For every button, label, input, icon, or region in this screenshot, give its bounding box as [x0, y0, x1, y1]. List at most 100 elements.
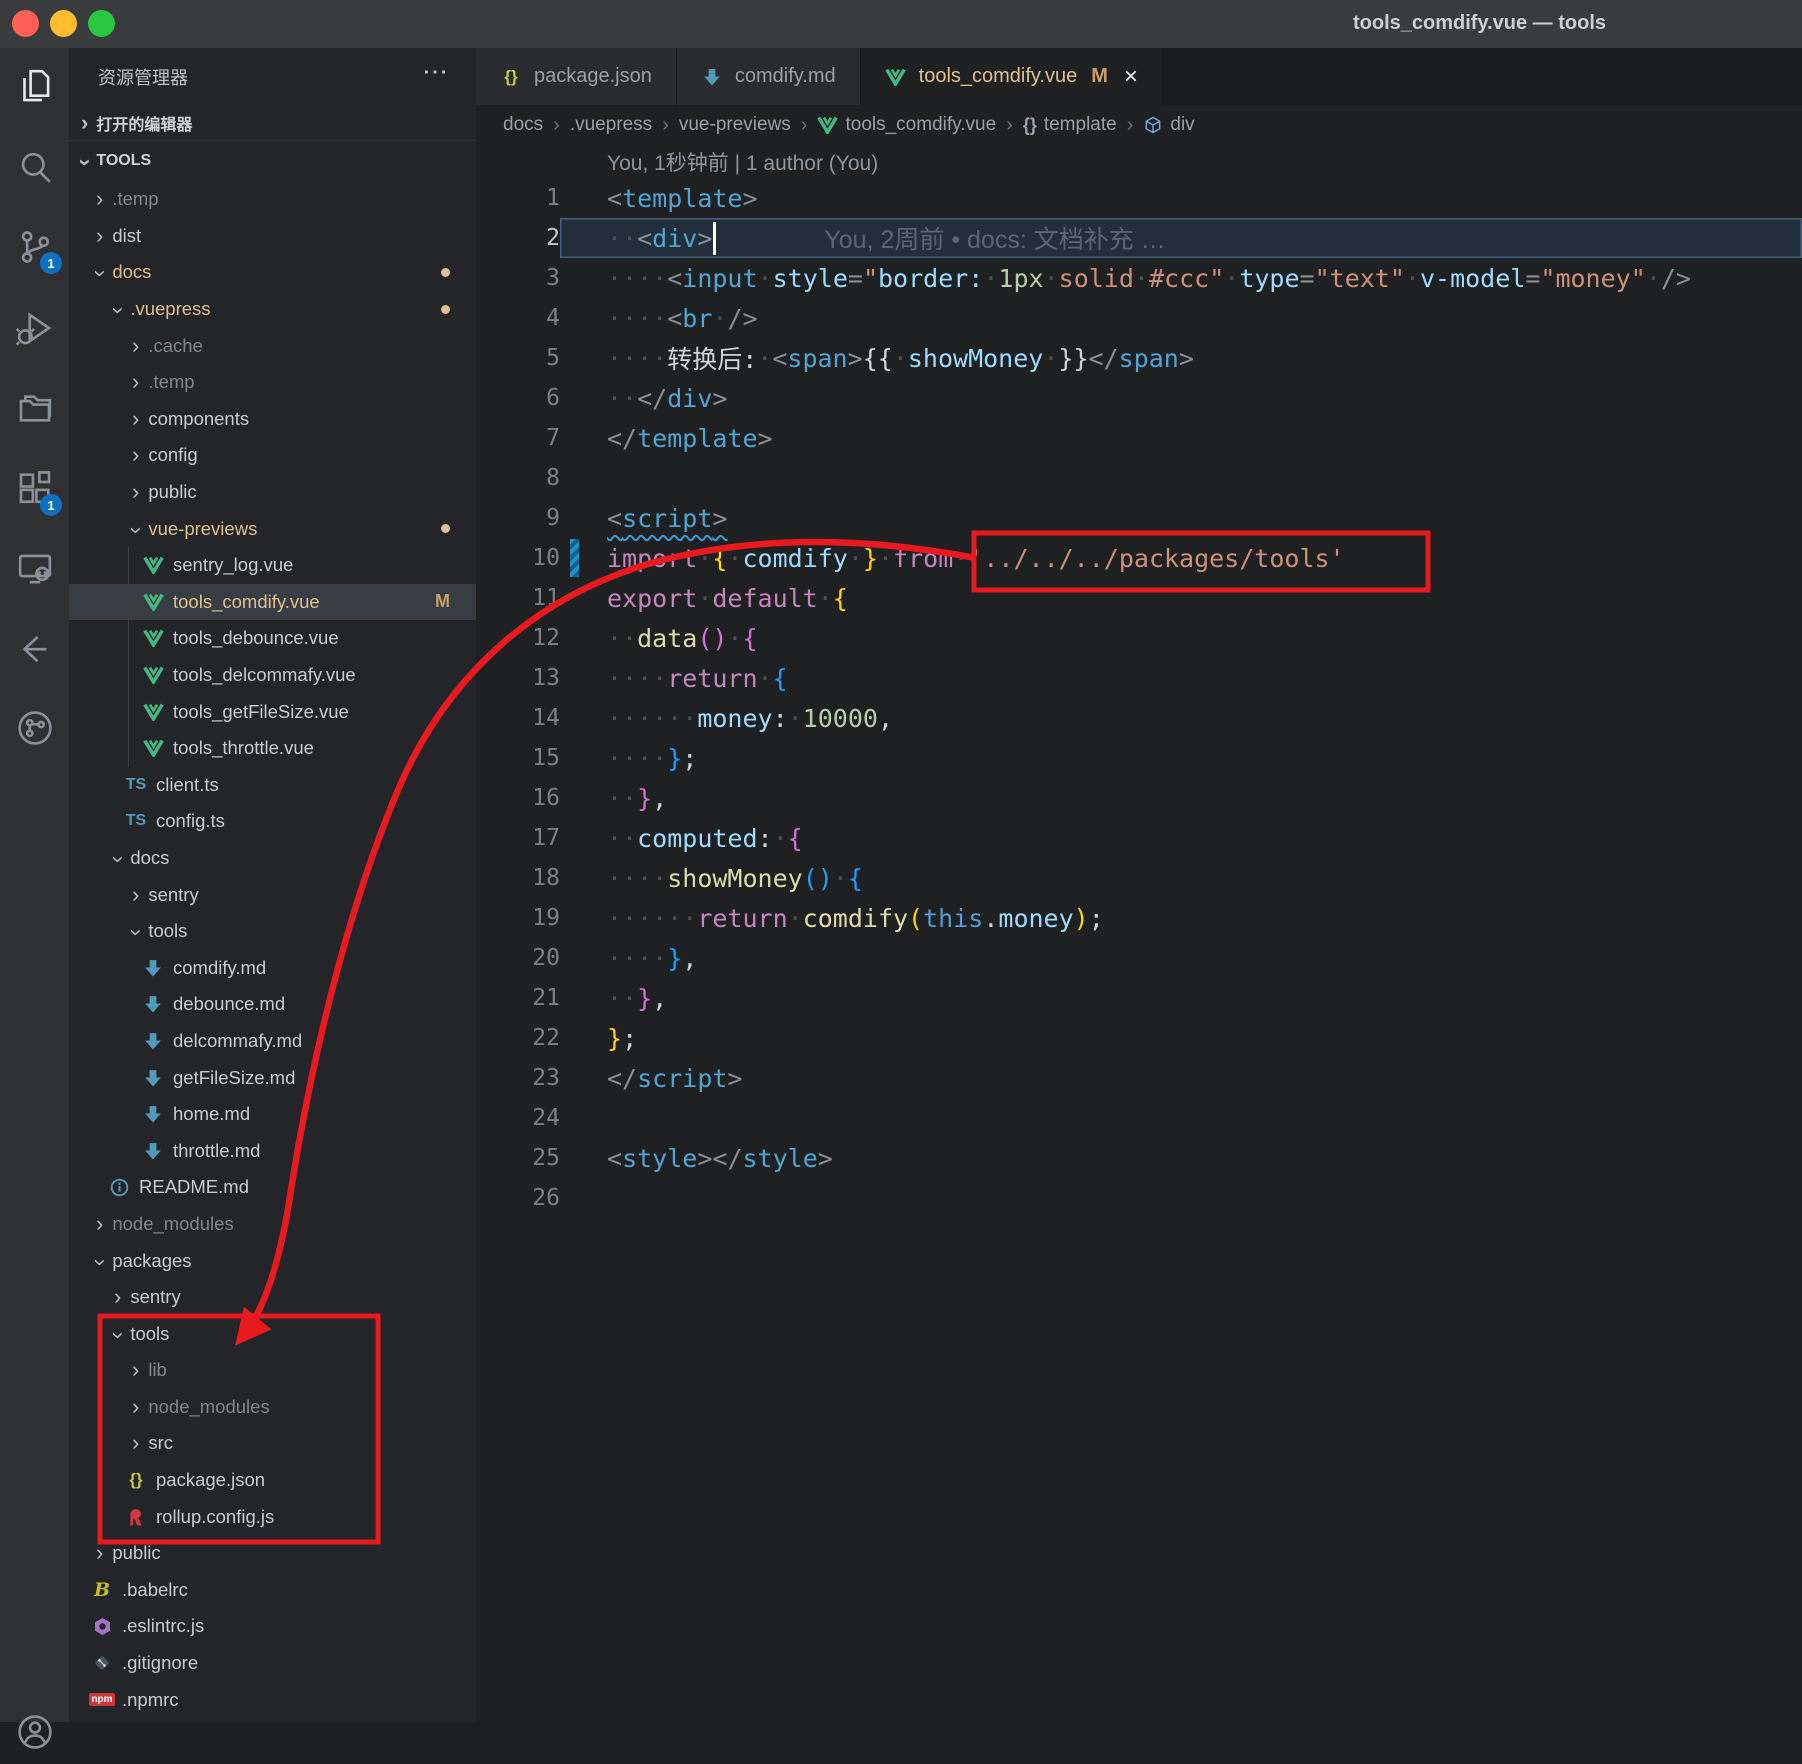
explorer-icon[interactable] — [0, 54, 69, 118]
tree-item-vue-previews[interactable]: ›vue-previews — [69, 510, 476, 547]
tree-item-.npmrc[interactable]: npm.npmrc — [69, 1681, 476, 1718]
tree-item-packages[interactable]: ›packages — [69, 1242, 476, 1279]
gitlens-icon[interactable] — [0, 618, 69, 682]
zoom-window-button[interactable] — [88, 10, 115, 37]
git-modified-badge: M — [435, 591, 450, 612]
search-icon[interactable] — [0, 135, 69, 199]
breadcrumb-item-div[interactable]: div — [1143, 114, 1194, 136]
tree-item-public[interactable]: ›public — [69, 474, 476, 511]
line-number: 22 — [476, 1025, 560, 1051]
tree-item-comdify.md[interactable]: comdify.md — [69, 949, 476, 986]
tree-item-label: docs — [112, 261, 151, 283]
tree-item-tools[interactable]: ›tools — [69, 1315, 476, 1352]
vue-icon — [142, 629, 164, 647]
tree-item-.gitignore[interactable]: .gitignore — [69, 1645, 476, 1682]
account-icon[interactable] — [0, 1700, 69, 1764]
tree-item-dist[interactable]: ›dist — [69, 218, 476, 255]
open-editors-section[interactable]: › 打开的编辑器 — [69, 105, 476, 140]
tree-item-config.ts[interactable]: TSconfig.ts — [69, 803, 476, 840]
close-icon[interactable]: × — [1124, 63, 1138, 91]
tree-item-components[interactable]: ›components — [69, 401, 476, 438]
md-icon — [142, 1142, 164, 1160]
tree-item-sentry[interactable]: ›sentry — [69, 1279, 476, 1316]
workspace-label: TOOLS — [96, 152, 151, 170]
tree-item-.eslintrc.js[interactable]: .eslintrc.js — [69, 1608, 476, 1645]
breadcrumb-separator: › — [553, 114, 560, 137]
md-icon — [142, 959, 164, 977]
tree-item-docs[interactable]: ›docs — [69, 254, 476, 291]
tab-package.json[interactable]: {}package.json — [476, 48, 677, 105]
tree-item-tools-debounce.vue[interactable]: tools_debounce.vue — [69, 620, 476, 657]
code-line-content: <script> — [560, 498, 1802, 538]
code-line-7: 7</template> — [476, 418, 1802, 458]
tree-item-docs[interactable]: ›docs — [69, 840, 476, 877]
breadcrumb-item-tools-comdify.vue[interactable]: tools_comdify.vue — [817, 114, 996, 136]
folders-icon[interactable] — [0, 376, 69, 440]
tree-item-sentry-log.vue[interactable]: sentry_log.vue — [69, 547, 476, 584]
tree-item-src[interactable]: ›src — [69, 1425, 476, 1462]
extensions-icon[interactable]: 1 — [0, 457, 69, 521]
tree-item-node-modules[interactable]: ›node_modules — [69, 1206, 476, 1243]
workspace-section-tools[interactable]: › TOOLS — [69, 140, 476, 181]
tree-item-package.json[interactable]: {}package.json — [69, 1462, 476, 1499]
code-line-26: 26 — [476, 1178, 1802, 1218]
codelens-annotation[interactable]: You, 1秒钟前 | 1 author (You) — [476, 145, 1802, 178]
breadcrumb-label: vue-previews — [679, 114, 791, 136]
tree-item-tools-throttle.vue[interactable]: tools_throttle.vue — [69, 730, 476, 767]
tree-item-readme.md[interactable]: README.md — [69, 1169, 476, 1206]
open-editors-label: 打开的编辑器 — [96, 111, 192, 135]
tree-item-.temp[interactable]: ›.temp — [69, 364, 476, 401]
breadcrumb-item-template[interactable]: {}template — [1023, 114, 1117, 136]
run-debug-icon[interactable] — [0, 296, 69, 360]
breadcrumb-separator: › — [801, 114, 808, 137]
tree-item-label: components — [148, 408, 249, 430]
tab-modified-badge: M — [1091, 65, 1108, 88]
tree-item-tools-delcommafy.vue[interactable]: tools_delcommafy.vue — [69, 657, 476, 694]
breadcrumb-item-.vuepress[interactable]: .vuepress — [570, 114, 652, 136]
tab-comdify.md[interactable]: comdify.md — [677, 48, 861, 105]
remote-explorer-icon[interactable] — [0, 537, 69, 601]
code-editor[interactable]: You, 1秒钟前 | 1 author (You) 1<template>2·… — [476, 145, 1802, 1722]
tree-item-tools-comdify.vue[interactable]: tools_comdify.vueM — [69, 584, 476, 621]
tree-item-config[interactable]: ›config — [69, 437, 476, 474]
tree-item-throttle.md[interactable]: throttle.md — [69, 1132, 476, 1169]
tree-item-.cache[interactable]: ›.cache — [69, 327, 476, 364]
breadcrumb-item-vue-previews[interactable]: vue-previews — [679, 114, 791, 136]
line-number: 21 — [476, 985, 560, 1011]
chevron-right-icon: › — [132, 884, 139, 906]
line-number: 2 — [476, 225, 560, 251]
tree-item-client.ts[interactable]: TSclient.ts — [69, 767, 476, 804]
chevron-right-icon: › — [96, 188, 103, 210]
chevron-right-icon: › — [132, 371, 139, 393]
minimize-window-button[interactable] — [50, 10, 77, 37]
file-tree: ›.temp›dist›docs›.vuepress›.cache›.temp›… — [69, 181, 476, 1722]
breadcrumb-item-docs[interactable]: docs — [503, 114, 543, 136]
tree-item-getfilesize.md[interactable]: getFileSize.md — [69, 1059, 476, 1096]
line-number: 14 — [476, 705, 560, 731]
tab-tools-comdify.vue[interactable]: tools_comdify.vueM× — [861, 48, 1163, 105]
tree-item-sentry[interactable]: ›sentry — [69, 876, 476, 913]
more-actions-icon[interactable]: ⋯ — [422, 56, 450, 87]
tree-item-node-modules[interactable]: ›node_modules — [69, 1389, 476, 1426]
line-number: 18 — [476, 865, 560, 891]
tree-item-rollup.config.js[interactable]: rollup.config.js — [69, 1498, 476, 1535]
tree-item-label: package.json — [156, 1469, 265, 1491]
tree-item-delcommafy.md[interactable]: delcommafy.md — [69, 1023, 476, 1060]
tree-item-tools-getfilesize.vue[interactable]: tools_getFileSize.vue — [69, 693, 476, 730]
close-window-button[interactable] — [12, 10, 39, 37]
tree-item-public[interactable]: ›public — [69, 1535, 476, 1572]
tree-item-debounce.md[interactable]: debounce.md — [69, 986, 476, 1023]
line-number: 17 — [476, 825, 560, 851]
line-number: 12 — [476, 625, 560, 651]
vscode-window: tools_comdify.vue — tools 11 资源管理器 ⋯ › 打… — [0, 0, 1802, 1722]
tree-item-lib[interactable]: ›lib — [69, 1352, 476, 1389]
source-control-icon[interactable]: 1 — [0, 215, 69, 279]
tree-item-.temp[interactable]: ›.temp — [69, 181, 476, 218]
tree-item-home.md[interactable]: home.md — [69, 1096, 476, 1133]
chevron-right-icon: › — [96, 1213, 103, 1235]
tree-item-.babelrc[interactable]: B.babelrc — [69, 1572, 476, 1609]
tree-item-.vuepress[interactable]: ›.vuepress — [69, 291, 476, 328]
breadcrumb-label: div — [1170, 114, 1194, 136]
tree-item-tools[interactable]: ›tools — [69, 913, 476, 950]
git-graph-icon[interactable] — [0, 696, 69, 760]
